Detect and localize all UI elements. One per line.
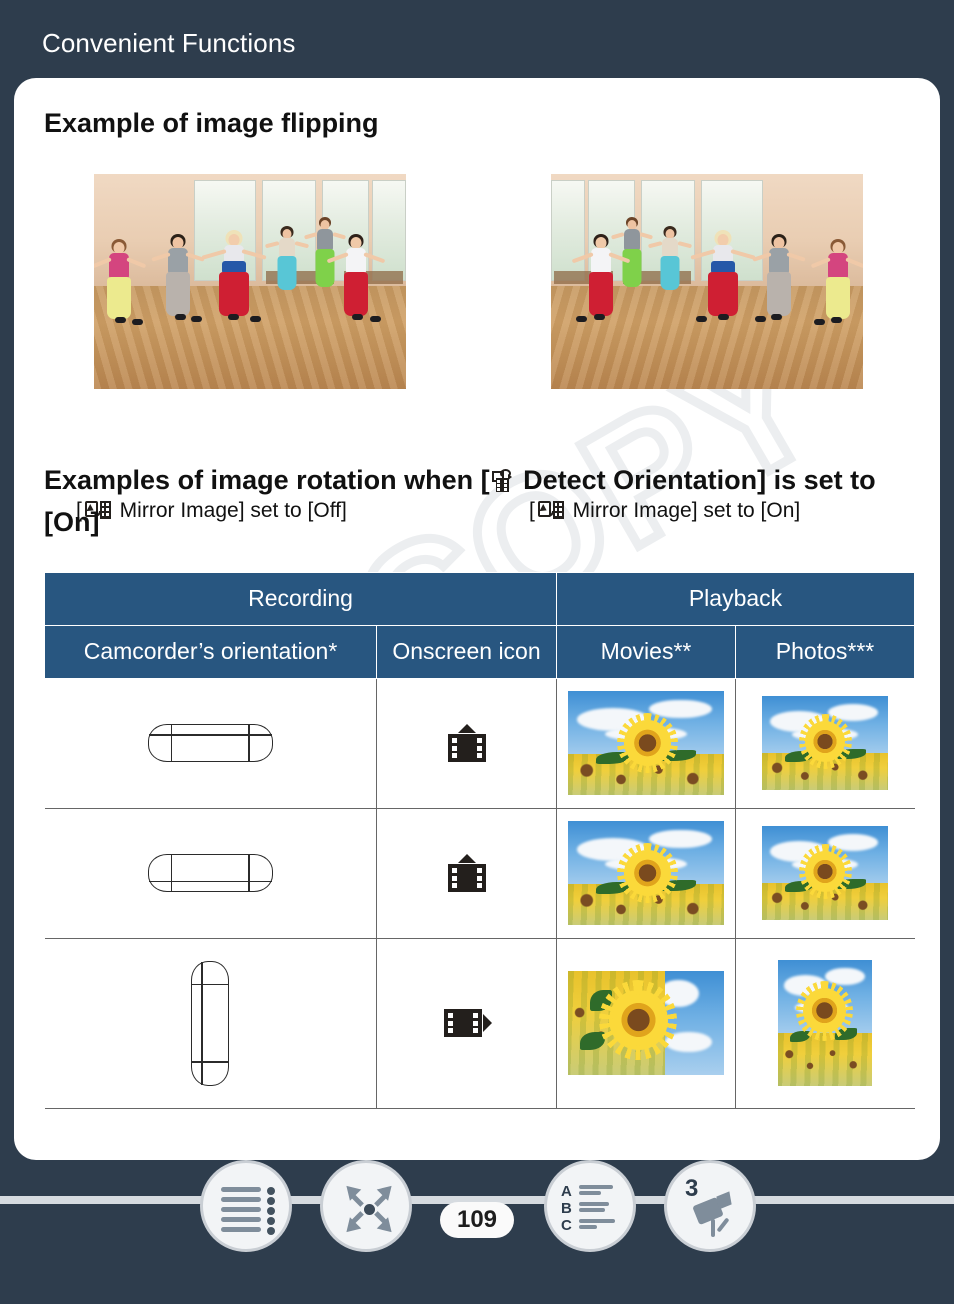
cell-movie-landscape [556, 678, 736, 809]
sunflower-landscape-photo [762, 826, 889, 921]
cell-movie-landscape-2 [556, 807, 736, 939]
rotation-title-part1: Examples of image rotation when [ [44, 465, 490, 495]
cell-onscreen-icon-up-2 [376, 807, 557, 939]
camcorder-guide-button[interactable]: 3 [664, 1160, 756, 1252]
sunflower-landscape-movie [568, 691, 724, 796]
col-header-movies: Movies** [556, 624, 736, 679]
film-strip-arrow-right-icon [443, 1000, 492, 1046]
cell-photo-portrait [734, 937, 915, 1109]
alphabetical-index-button[interactable]: A B C [544, 1160, 636, 1252]
cell-orientation-horizontal-inverted [44, 807, 377, 939]
table-group-header-row: Recording Playback [44, 572, 916, 626]
index-letter-c: C [561, 1217, 572, 1234]
orientation-table: Recording Playback Camcorder’s orientati… [44, 572, 916, 1109]
table-row [44, 937, 915, 1109]
film-strip-arrow-up-icon [444, 720, 490, 766]
index-letter-a: A [561, 1183, 572, 1200]
section-title-flipping: Example of image flipping [44, 108, 379, 138]
sunflower-landscape-photo [762, 696, 889, 791]
index-letter-b: B [561, 1200, 572, 1217]
manual-page: Convenient Functions COPY Example of ima… [0, 0, 954, 1304]
camcorder-icon: 3 [681, 1175, 745, 1241]
abc-index-icon: A B C [561, 1183, 625, 1235]
cell-onscreen-icon-up [376, 678, 557, 809]
photo-mirror-on [551, 174, 863, 389]
sunflower-landscape-movie [568, 821, 724, 926]
page-number: 109 [440, 1202, 514, 1238]
table-row [44, 807, 915, 939]
camcorder-horizontal-upright-icon [147, 724, 273, 763]
group-header-playback: Playback [555, 572, 916, 626]
cell-orientation-horizontal-upright [44, 678, 377, 809]
content-card: COPY Example of image flipping [Mirror … [14, 78, 940, 1160]
cell-onscreen-icon-right [376, 937, 557, 1109]
group-header-recording: Recording [44, 572, 557, 626]
cell-orientation-vertical [44, 937, 377, 1109]
toc-icon [221, 1187, 277, 1235]
col-header-onscreen-icon: Onscreen icon [376, 624, 557, 679]
sunflower-portrait-photo [778, 960, 873, 1087]
section-title-rotation: Examples of image rotation when [ Detect… [44, 460, 924, 544]
cell-photo-landscape-2 [734, 807, 915, 939]
film-strip-arrow-up-icon [444, 850, 490, 896]
sunflower-rotated-movie [568, 971, 724, 1076]
cell-movie-rotated [556, 937, 736, 1109]
detect-orientation-icon [491, 469, 514, 493]
camcorder-badge-number: 3 [685, 1175, 699, 1202]
col-header-photos: Photos*** [734, 624, 916, 679]
table-column-header-row: Camcorder’s orientation* Onscreen icon M… [44, 624, 916, 679]
expand-arrows-icon [340, 1180, 398, 1238]
page-title: Convenient Functions [42, 28, 296, 58]
bottom-navigation-bar: A B C 3 109 [0, 1160, 954, 1304]
col-header-orientation: Camcorder’s orientation* [44, 624, 377, 679]
table-row [44, 678, 915, 809]
photo-mirror-off [94, 174, 406, 389]
fullscreen-button[interactable] [320, 1160, 412, 1252]
camcorder-horizontal-inverted-icon [147, 854, 273, 893]
cell-photo-landscape [734, 678, 915, 809]
camcorder-vertical-icon [191, 960, 230, 1086]
table-of-contents-button[interactable] [200, 1160, 292, 1252]
